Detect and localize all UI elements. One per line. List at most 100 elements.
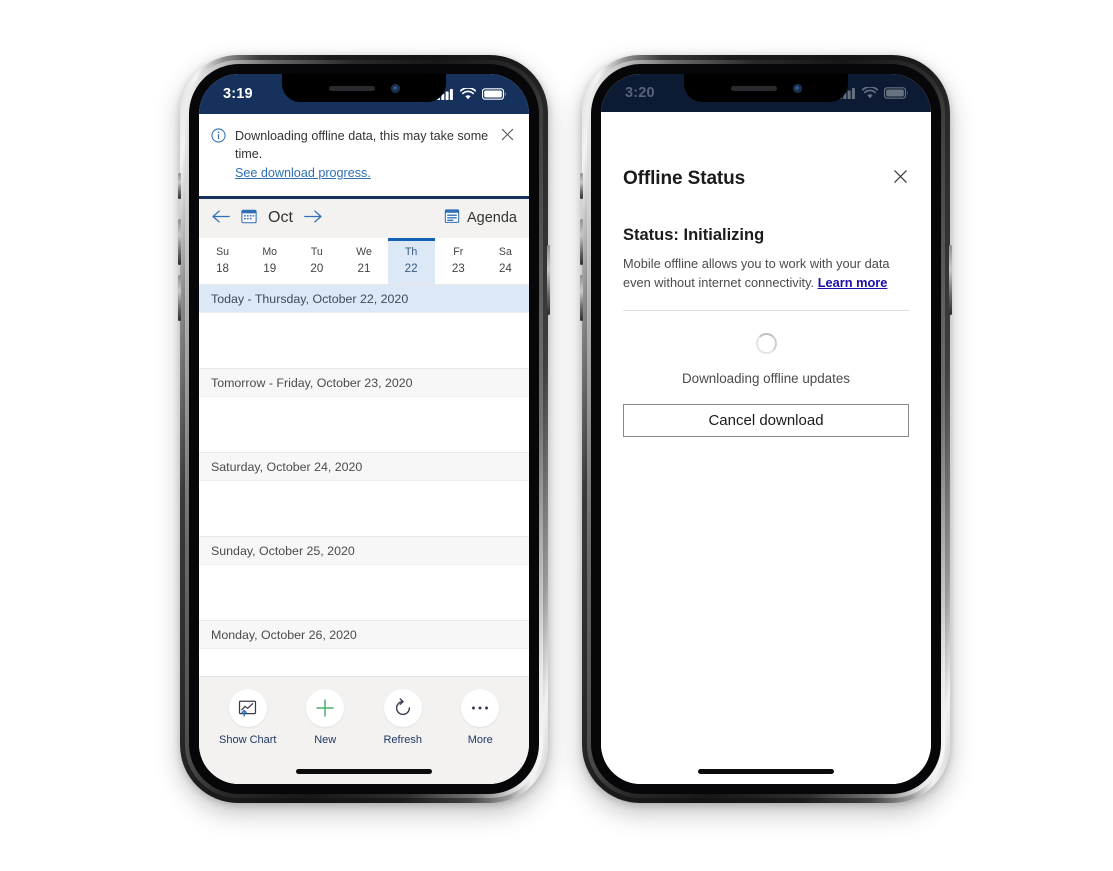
home-indicator[interactable] — [698, 768, 834, 774]
arrow-right-icon[interactable] — [303, 209, 323, 228]
calendar-month-label[interactable]: Oct — [268, 209, 293, 227]
close-icon[interactable] — [892, 168, 909, 189]
show-chart-button[interactable]: Show Chart — [209, 689, 287, 746]
agenda-day-body[interactable] — [199, 396, 529, 452]
see-download-progress-link[interactable]: See download progress. — [235, 165, 489, 183]
refresh-icon — [383, 689, 422, 727]
agenda-view-button[interactable]: Agenda — [444, 208, 517, 228]
toolbar-label: Refresh — [383, 734, 423, 746]
day-cell-tu[interactable]: Tu 20 — [293, 238, 340, 284]
phone-right: 3:20 Offline Status Status: Initializing… — [580, 55, 952, 803]
wifi-icon — [862, 86, 878, 99]
earpiece-speaker-icon — [730, 85, 777, 91]
agenda-label: Agenda — [467, 210, 517, 227]
agenda-day-header: Tomorrow - Friday, October 23, 2020 — [199, 367, 529, 397]
agenda-day-body[interactable] — [199, 312, 529, 368]
phone-right-screen: 3:20 Offline Status Status: Initializing… — [601, 74, 931, 784]
day-cell-mo[interactable]: Mo 19 — [246, 238, 293, 284]
learn-more-link[interactable]: Learn more — [818, 275, 888, 290]
agenda-list[interactable]: Today - Thursday, October 22, 2020 Tomor… — [199, 283, 529, 676]
mute-switch-right[interactable] — [580, 173, 583, 199]
screenshot-canvas: 3:19 Downloading offline data, this may … — [0, 0, 1113, 871]
home-indicator-area-right — [601, 758, 931, 784]
status-bar-time: 3:19 — [223, 86, 253, 102]
loading-spinner-icon — [755, 333, 777, 355]
day-of-week-label: Mo — [262, 246, 278, 259]
volume-down-button-right[interactable] — [580, 275, 583, 321]
dialog-title: Offline Status — [623, 167, 746, 189]
new-button[interactable]: New — [287, 689, 365, 746]
phone-left: 3:19 Downloading offline data, this may … — [178, 55, 550, 803]
earpiece-speaker-icon — [328, 85, 375, 91]
plus-icon — [306, 689, 345, 727]
front-camera-icon — [390, 83, 400, 93]
cancel-download-button[interactable]: Cancel download — [623, 404, 909, 438]
refresh-button[interactable]: Refresh — [364, 689, 442, 746]
day-cell-su[interactable]: Su 18 — [199, 238, 246, 284]
agenda-day-header: Today - Thursday, October 22, 2020 — [199, 283, 529, 313]
offline-status-content: Offline Status Status: Initializing Mobi… — [601, 112, 931, 438]
day-of-week-label: Th — [404, 246, 418, 259]
offline-status-dialog: Offline Status Status: Initializing Mobi… — [601, 111, 931, 784]
info-circle-icon — [211, 127, 226, 148]
calendar-day-strip: Su 18 Mo 19 Tu 20 We 21 Th 22 Fr 23 Sa 2… — [199, 237, 529, 284]
bottom-command-bar: Show Chart New Refresh More — [199, 676, 529, 758]
notification-text-block: Downloading offline data, this may take … — [235, 127, 489, 183]
status-bar-indicators — [437, 88, 507, 100]
day-number-label: 23 — [451, 262, 465, 276]
dialog-title-row: Offline Status — [623, 168, 909, 190]
toolbar-label: More — [467, 734, 493, 746]
dialog-spacer — [601, 437, 931, 758]
day-of-week-label: Su — [216, 246, 230, 259]
ellipsis-icon — [461, 689, 500, 727]
agenda-day-body[interactable] — [199, 480, 529, 536]
day-cell-sa[interactable]: Sa 24 — [482, 238, 529, 284]
volume-down-button-left[interactable] — [178, 275, 181, 321]
more-button[interactable]: More — [442, 689, 520, 746]
phone-left-screen: 3:19 Downloading offline data, this may … — [199, 74, 529, 784]
status-bar-right: 3:20 — [601, 74, 931, 112]
day-number-label: 24 — [498, 262, 512, 276]
front-camera-icon — [792, 83, 802, 93]
loading-spinner-wrap — [623, 333, 909, 355]
toolbar-label: New — [314, 734, 337, 746]
offline-status-heading: Status: Initializing — [623, 225, 765, 244]
dialog-divider — [623, 310, 909, 312]
agenda-day-body[interactable] — [199, 564, 529, 620]
power-button-left[interactable] — [547, 245, 550, 315]
day-number-label: 19 — [263, 262, 277, 276]
agenda-view-icon — [444, 208, 460, 228]
offline-download-notification: Downloading offline data, this may take … — [199, 114, 529, 199]
agenda-day-header: Sunday, October 25, 2020 — [199, 535, 529, 565]
volume-up-button-left[interactable] — [178, 219, 181, 265]
calendar-header: Oct Agenda — [199, 198, 529, 238]
downloading-status-text: Downloading offline updates — [681, 371, 850, 387]
day-of-week-label: Sa — [498, 246, 512, 259]
day-of-week-label: Fr — [453, 246, 464, 259]
agenda-day-header: Saturday, October 24, 2020 — [199, 451, 529, 481]
show-chart-icon — [228, 689, 267, 727]
arrow-left-icon[interactable] — [211, 209, 231, 228]
battery-icon — [884, 87, 908, 99]
status-bar-time: 3:20 — [625, 84, 655, 101]
notch-left — [282, 74, 446, 102]
day-number-label: 22 — [404, 262, 418, 276]
calendar-icon[interactable] — [241, 208, 257, 229]
day-cell-fr[interactable]: Fr 23 — [435, 238, 482, 284]
close-icon[interactable] — [498, 127, 517, 146]
mute-switch-left[interactable] — [178, 173, 181, 199]
home-indicator[interactable] — [296, 768, 432, 774]
day-cell-th-selected[interactable]: Th 22 — [387, 237, 435, 284]
power-button-right[interactable] — [949, 245, 952, 315]
volume-up-button-right[interactable] — [580, 219, 583, 265]
notch-right — [684, 74, 848, 102]
day-number-label: 21 — [357, 262, 371, 276]
agenda-day-body[interactable] — [199, 648, 529, 676]
day-cell-we[interactable]: We 21 — [340, 238, 387, 284]
toolbar-label: Show Chart — [219, 734, 277, 746]
battery-icon — [482, 88, 506, 100]
day-of-week-label: Tu — [310, 246, 323, 259]
day-of-week-label: We — [356, 246, 372, 259]
day-number-label: 20 — [310, 262, 324, 276]
status-bar-left: 3:19 — [199, 74, 529, 114]
